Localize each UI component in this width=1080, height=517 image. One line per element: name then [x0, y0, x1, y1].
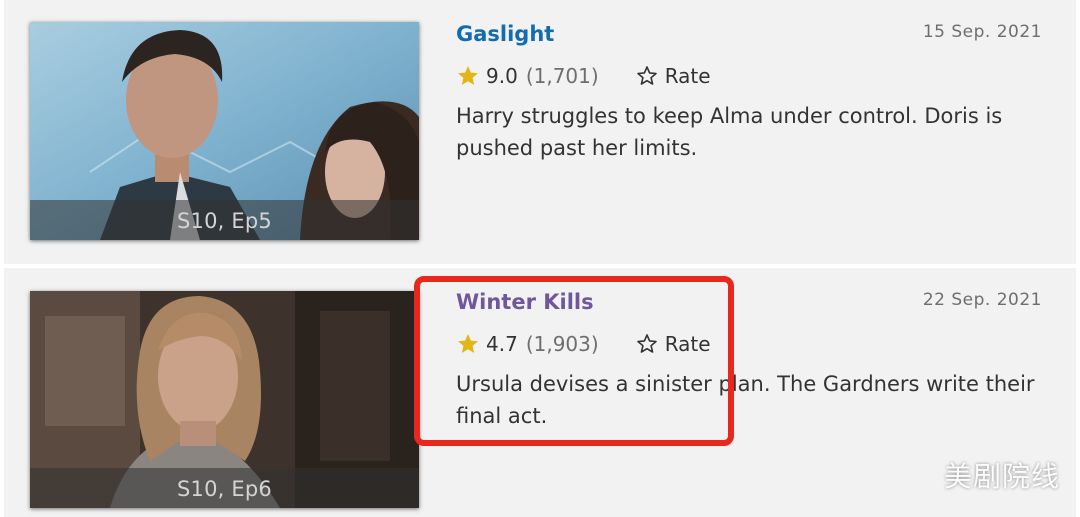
star-filled-icon: [458, 334, 478, 353]
vote-count: (1,903): [525, 332, 599, 356]
rate-label: Rate: [664, 332, 711, 356]
episode-item: S10, Ep6 Winter Kills 22 Sep. 2021 4.7 (…: [4, 268, 1076, 517]
episode-thumbnail[interactable]: S10, Ep5: [30, 22, 419, 240]
star-filled-icon: [458, 66, 478, 85]
air-date: 22 Sep. 2021: [922, 290, 1042, 310]
episode-title-link[interactable]: Winter Kills: [456, 290, 594, 314]
vote-count: (1,701): [525, 64, 599, 88]
rating-row: 9.0 (1,701) Rate: [456, 62, 711, 90]
rating-value: 9.0: [486, 64, 518, 88]
rating-value: 4.7: [486, 332, 518, 356]
star-outline-icon: [636, 66, 657, 85]
rate-button[interactable]: Rate: [635, 332, 711, 356]
rating-row: 4.7 (1,903) Rate: [456, 330, 711, 358]
episode-plot: Harry struggles to keep Alma under contr…: [456, 104, 1003, 160]
star-outline-icon: [636, 334, 657, 353]
rate-label: Rate: [664, 64, 711, 88]
episode-list: S10, Ep5 Gaslight 15 Sep. 2021 9.0 (1,70…: [0, 0, 1080, 517]
episode-number-badge: S10, Ep5: [30, 200, 419, 240]
episode-item: S10, Ep5 Gaslight 15 Sep. 2021 9.0 (1,70…: [4, 0, 1076, 264]
episode-plot: Ursula devises a sinister plan. The Gard…: [456, 372, 1035, 428]
episode-number-badge: S10, Ep6: [30, 468, 419, 508]
watermark: 美剧院线: [943, 460, 1060, 493]
episode-title-link[interactable]: Gaslight: [456, 22, 554, 46]
episode-thumbnail[interactable]: S10, Ep6: [30, 291, 419, 508]
air-date: 15 Sep. 2021: [922, 22, 1042, 42]
rate-button[interactable]: Rate: [635, 64, 711, 88]
